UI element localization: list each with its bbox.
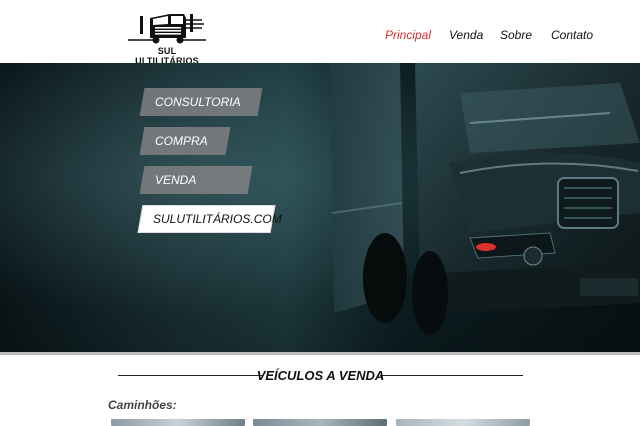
menu-button-site-link[interactable]: SULUTILITÁRIOS.COM	[137, 205, 282, 233]
vehicle-thumbnail-3[interactable]	[396, 419, 530, 426]
main-nav: Principal Venda Sobre Contato	[0, 28, 640, 46]
vehicle-thumbnail-1[interactable]	[111, 419, 245, 426]
hero-banner: CONSULTORIA COMPRA VENDA SULUTILITÁRIOS.…	[0, 63, 640, 352]
site-header: SUL ULTILITÁRIOS Principal Venda Sobre C…	[0, 0, 640, 66]
menu-button-compra[interactable]: COMPRA	[139, 127, 231, 155]
nav-item-sobre[interactable]: Sobre	[500, 28, 532, 42]
vehicle-thumbnail-2[interactable]	[253, 419, 387, 426]
menu-button-label: COMPRA	[155, 134, 208, 148]
truck-hero-image	[330, 63, 640, 335]
hero-divider	[0, 352, 640, 355]
menu-button-consultoria[interactable]: CONSULTORIA	[139, 88, 263, 116]
section-heading: VEÍCULOS A VENDA	[118, 366, 523, 386]
nav-item-venda[interactable]: Venda	[449, 28, 483, 42]
nav-item-contato[interactable]: Contato	[551, 28, 593, 42]
nav-item-principal[interactable]: Principal	[385, 28, 431, 42]
category-heading: Caminhões:	[108, 398, 177, 412]
menu-button-label: VENDA	[155, 173, 197, 187]
menu-button-venda[interactable]: VENDA	[139, 166, 253, 194]
menu-button-label: CONSULTORIA	[155, 95, 241, 109]
menu-button-label: SULUTILITÁRIOS.COM	[153, 212, 282, 226]
section-title: VEÍCULOS A VENDA	[256, 368, 385, 383]
